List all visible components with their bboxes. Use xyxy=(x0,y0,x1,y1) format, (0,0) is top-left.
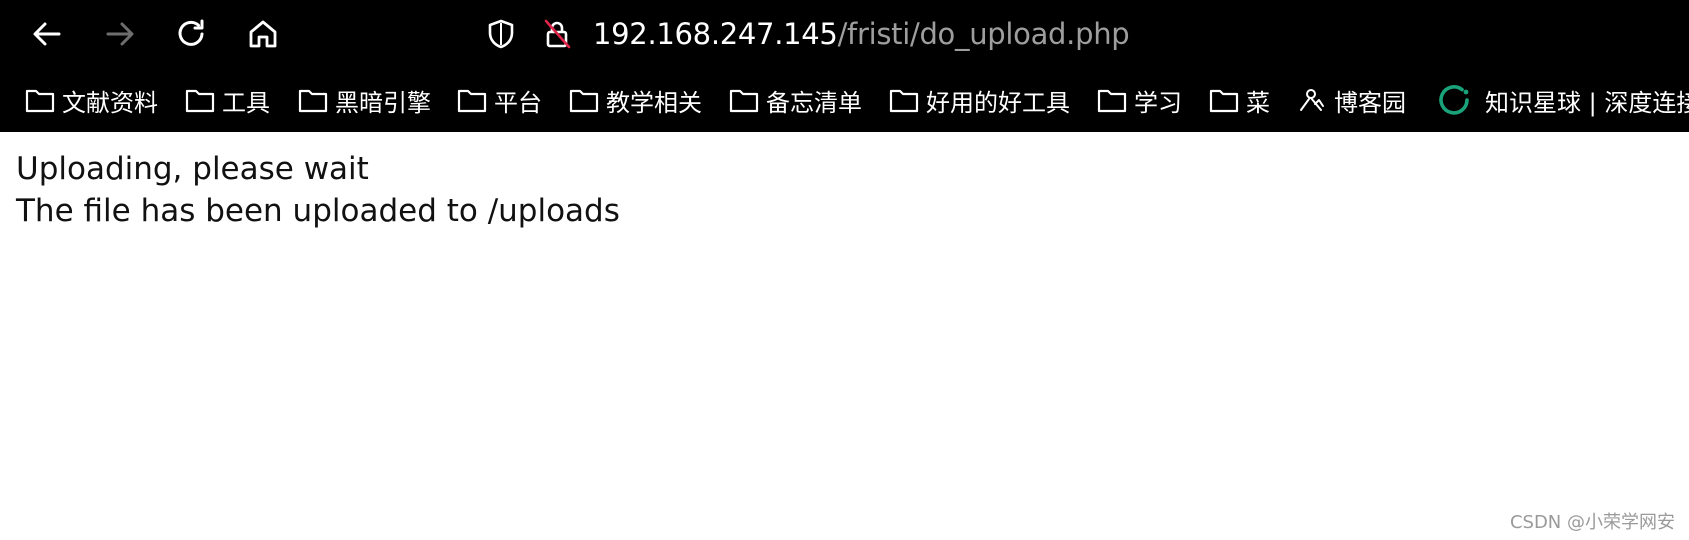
arrow-left-icon xyxy=(33,22,61,46)
bookmark-folder-wenxianziliao[interactable]: 文献资料 xyxy=(25,80,158,120)
cnblogs-icon xyxy=(1300,89,1324,111)
navigation-toolbar: 192.168.247.145/fristi/do_upload.php xyxy=(0,0,1689,70)
reload-icon xyxy=(178,19,204,46)
bookmark-folder-jiaoxue[interactable]: 教学相关 xyxy=(569,80,702,120)
folder-icon xyxy=(1209,89,1239,113)
bookmark-folder-cai[interactable]: 菜 xyxy=(1209,80,1270,120)
zsxq-icon xyxy=(1439,85,1469,115)
arrow-right-icon xyxy=(106,22,134,46)
bookmark-label: 教学相关 xyxy=(606,88,702,117)
tracking-protection-button[interactable] xyxy=(481,14,521,54)
browser-window: 192.168.247.145/fristi/do_upload.php 文献资… xyxy=(0,0,1689,540)
upload-status-text: Uploading, please wait xyxy=(16,151,369,187)
bookmark-label: 学习 xyxy=(1134,88,1182,117)
folder-icon xyxy=(729,89,759,113)
bookmark-folder-pingtai[interactable]: 平台 xyxy=(457,80,542,120)
back-button[interactable] xyxy=(27,14,67,54)
bookmark-label: 工具 xyxy=(222,88,270,117)
url-path: /fristi/do_upload.php xyxy=(837,17,1130,51)
address-bar[interactable]: 192.168.247.145/fristi/do_upload.php xyxy=(593,14,1130,54)
bookmark-folder-heian-yinqing[interactable]: 黑暗引擎 xyxy=(298,80,431,120)
folder-icon xyxy=(889,89,919,113)
bookmark-label: 博客园 xyxy=(1334,88,1406,117)
upload-result-text: The file has been uploaded to /uploads xyxy=(16,193,620,229)
page-content: Uploading, please wait The file has been… xyxy=(16,148,620,232)
bookmark-label: 好用的好工具 xyxy=(926,88,1070,117)
bookmark-label: 菜 xyxy=(1246,88,1270,117)
bookmark-label: 文献资料 xyxy=(62,88,158,117)
folder-icon xyxy=(25,89,55,113)
bookmark-label: 黑暗引擎 xyxy=(335,88,431,117)
watermark: CSDN @小荣学网安 xyxy=(1509,512,1675,533)
folder-icon xyxy=(569,89,599,113)
reload-button[interactable] xyxy=(172,14,212,54)
bookmarks-bar: 文献资料 工具 黑暗引擎 平台 教学相关 备忘清单 好用的好工具 学习 菜 博客… xyxy=(0,70,1689,132)
bookmark-folder-gongju[interactable]: 工具 xyxy=(185,80,270,120)
folder-icon xyxy=(298,89,328,113)
forward-button[interactable] xyxy=(100,14,140,54)
bookmark-folder-haoyong-gongju[interactable]: 好用的好工具 xyxy=(889,80,1070,120)
folder-icon xyxy=(457,89,487,113)
bookmark-label: 知识星球 | 深度连接 xyxy=(1485,88,1689,117)
home-icon xyxy=(249,20,277,48)
bookmark-folder-xuexi[interactable]: 学习 xyxy=(1097,80,1182,120)
lock-crossed-icon xyxy=(544,19,571,49)
bookmark-zsxq[interactable]: 知识星球 | 深度连接 xyxy=(1437,80,1689,120)
bookmark-folder-beiwang[interactable]: 备忘清单 xyxy=(729,80,862,120)
folder-icon xyxy=(1097,89,1127,113)
bookmark-label: 平台 xyxy=(494,88,542,117)
url-host: 192.168.247.145 xyxy=(593,17,838,51)
folder-icon xyxy=(185,89,215,113)
connection-security-button[interactable] xyxy=(537,14,577,54)
bookmark-cnblogs[interactable]: 博客园 xyxy=(1297,80,1406,120)
home-button[interactable] xyxy=(243,14,283,54)
bookmark-label: 备忘清单 xyxy=(766,88,862,117)
shield-icon xyxy=(488,19,514,49)
